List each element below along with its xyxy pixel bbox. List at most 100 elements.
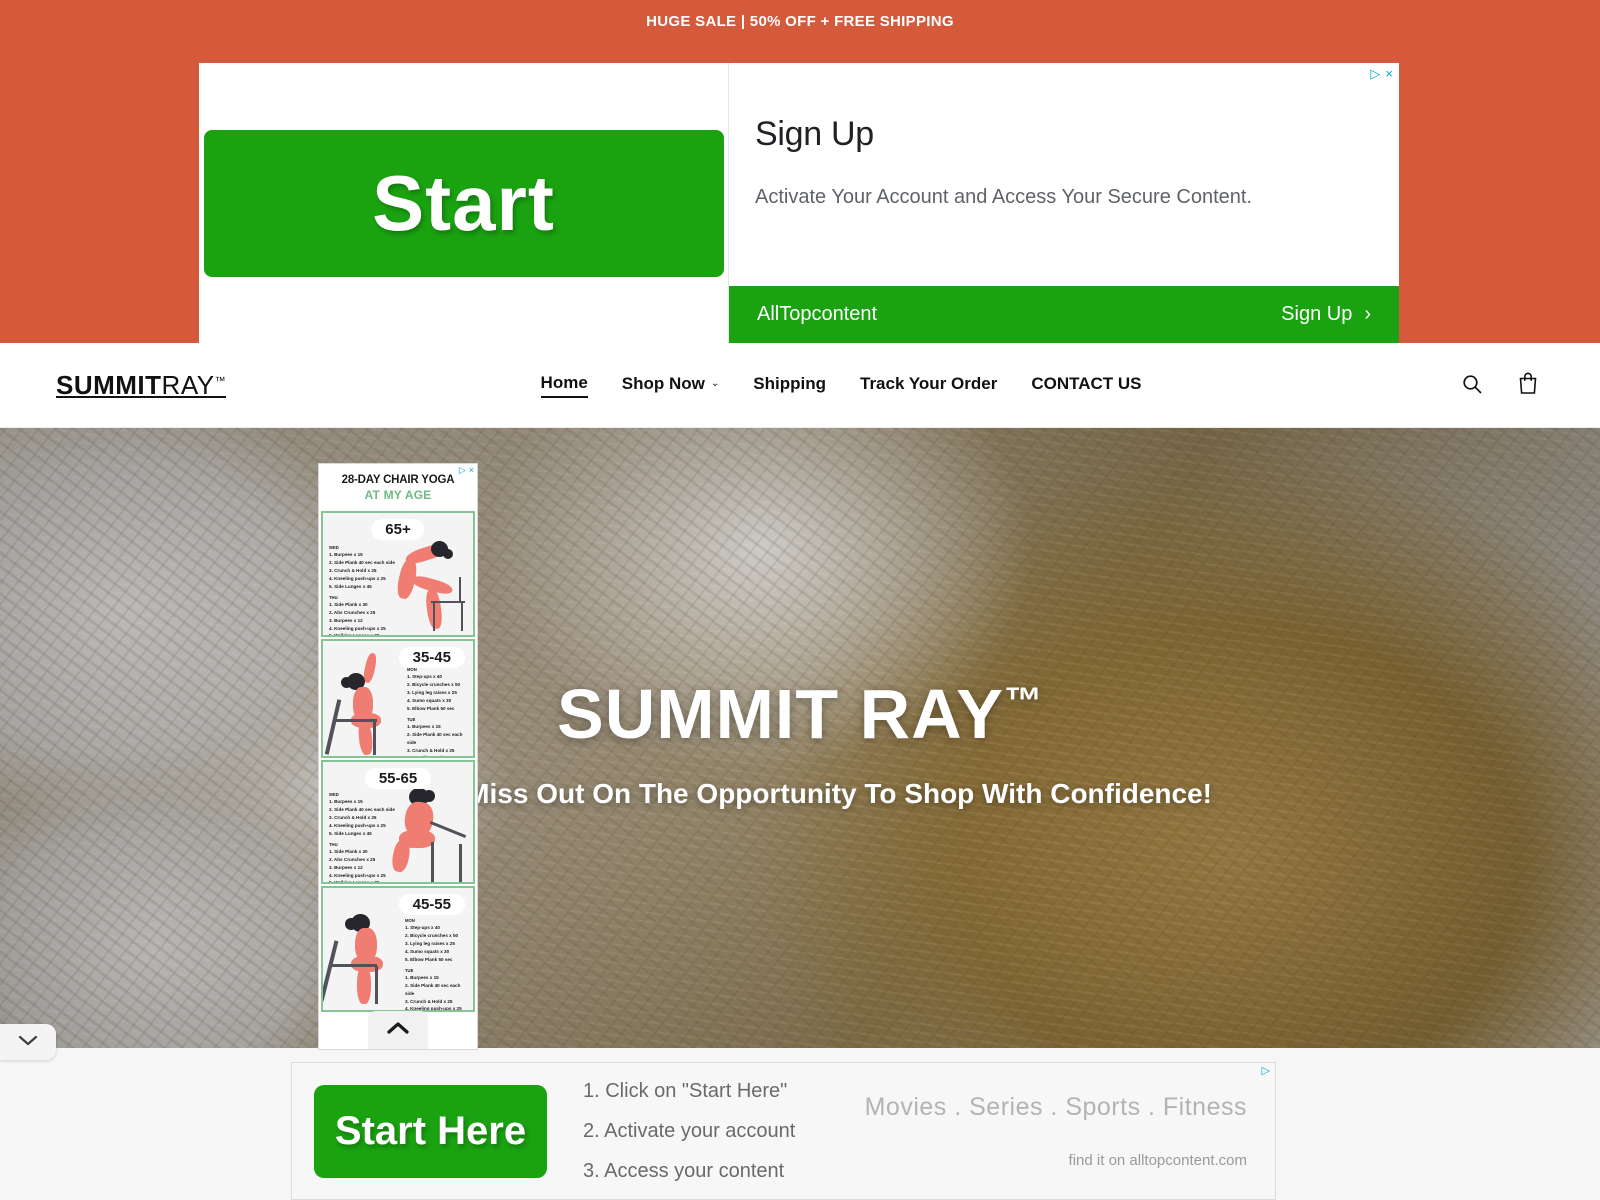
yoga-exercise-item: 5. Walking Lunges x 35 (329, 880, 380, 884)
yoga-panel-55-65: 55-65 WED 1. Burpees x 15 2. Side Plank … (321, 760, 475, 884)
adchoices-group[interactable]: ▷ × (1370, 67, 1393, 80)
yoga-day-label: THU (329, 594, 338, 600)
yoga-exercise-item: 5. Elbow Plank 50 sec (407, 705, 455, 711)
nav-item-home[interactable]: Home (540, 372, 588, 398)
yoga-ad-collapse-button[interactable] (368, 1011, 428, 1049)
yoga-exercise-item: 1. Step-ups x 40 (407, 674, 442, 680)
top-ad-cta-label: Sign Up (1281, 303, 1353, 325)
chevron-right-icon: › (1364, 303, 1371, 325)
yoga-exercise-item: 4. Kneeling push-ups x 25 (329, 625, 386, 631)
hero-content: SUMMIT RAY™ Don't Miss Out On The Opport… (0, 675, 1600, 810)
bottom-ad-step: 1. Click on "Start Here" (583, 1079, 788, 1102)
start-here-button[interactable]: Start Here (314, 1084, 547, 1178)
cart-button[interactable] (1512, 369, 1544, 401)
site-logo[interactable]: SUMMITRAY™ (56, 370, 226, 401)
header-actions (1456, 369, 1544, 401)
yoga-ad-title-line2: AT MY AGE (364, 488, 432, 502)
yoga-day-label: MON (405, 918, 415, 923)
yoga-exercise-item: 1. Burpees x 15 (329, 552, 363, 558)
bottom-ad-find-text: find it on alltopcontent.com (1068, 1152, 1247, 1169)
adchoices-icon[interactable]: ▷ (1262, 1066, 1270, 1077)
nav-item-contact-us-label: CONTACT US (1031, 373, 1142, 393)
yoga-panel-badge: 35-45 (398, 647, 465, 668)
nav-item-shop-now-label: Shop Now (621, 373, 705, 393)
yoga-day-label: THU (329, 841, 338, 847)
close-icon[interactable]: × (469, 466, 474, 475)
nav-item-shop-now[interactable]: Shop Now ⌄ (622, 374, 720, 397)
yoga-day-label: WED (329, 545, 339, 550)
yoga-day-label: WED (329, 792, 339, 797)
top-ad-brand: AllTopcontent (757, 303, 878, 325)
yoga-exercise-item: 4. Kneeling push-ups x 25 (329, 872, 386, 878)
yoga-panel-45-55: 45-55 MON 1. Step-ups x 40 2. Bicycle cr… (321, 886, 475, 1012)
top-ad-subtext: Activate Your Account and Access Your Se… (755, 186, 1253, 208)
yoga-exercise-item: 4. Sumo squats x 30 (407, 697, 452, 703)
yoga-exercise-item: 5. Elbow Plank 50 sec (405, 956, 453, 962)
yoga-exercise-item: 4. Kneeling push-ups x 25 (329, 822, 386, 828)
yoga-exercise-item: 3. Crunch & Hold x 25 (329, 568, 377, 573)
nav-item-shipping[interactable]: Shipping (753, 374, 826, 397)
nav-item-track-your-order-label: Track Your Order (860, 373, 998, 393)
yoga-exercise-item: 2. Bicycle crunches x 50 (405, 933, 459, 939)
hero-section: SUMMIT RAY™ Don't Miss Out On The Opport… (0, 428, 1600, 1050)
bottom-ad-steps: 1. Click on "Start Here" 2. Activate you… (583, 1080, 795, 1183)
top-ad-cta-bar[interactable]: AllTopcontent Sign Up › (729, 286, 1399, 343)
yoga-ad-title-line1: 28-DAY CHAIR YOGA (341, 474, 455, 486)
yoga-panel-badge: 65+ (371, 519, 425, 540)
bottom-ad-categories: Movies . Series . Sports . Fitness find … (865, 1093, 1253, 1169)
nav-item-track-your-order[interactable]: Track Your Order (860, 374, 997, 397)
hero-title: SUMMIT RAY™ (40, 675, 1560, 753)
yoga-exercise-item: 1. Side Plank x 30 (329, 601, 368, 607)
yoga-panel-badge: 55-65 (364, 768, 432, 789)
logo-bold-text: SUMMIT (56, 369, 162, 400)
nav-item-home-label: Home (540, 372, 588, 392)
hero-title-trademark: ™ (1003, 680, 1043, 723)
close-icon[interactable]: × (1385, 67, 1393, 80)
yoga-adchoices-group[interactable]: ▷ × (459, 466, 474, 475)
search-icon (1460, 372, 1484, 399)
yoga-exercise-item: 4. Sumo squats x 30 (405, 948, 450, 954)
yoga-exercise-item: 4. Kneeling push-ups x 25 (329, 575, 386, 581)
yoga-panel-35-45: 35-45 MON 1. Step-ups x 40 2. Bicycle cr… (321, 639, 475, 758)
top-ad-strip: Start ▷ × Sign Up Activate Your Account … (0, 42, 1600, 343)
logo-trademark: ™ (214, 374, 227, 387)
hero-title-text: SUMMIT RAY (557, 675, 1004, 753)
chevron-down-icon: ⌄ (710, 378, 720, 389)
yoga-exercise-item: 3. Lying leg raises x 25 (405, 941, 455, 946)
yoga-exercise-item: 3. Burpees x 12 (329, 617, 363, 623)
site-header: SUMMITRAY™ Home Shop Now ⌄ Shipping Trac… (0, 343, 1600, 428)
yoga-panel-badge: 45-55 (398, 894, 465, 915)
top-ad-creative-left[interactable]: Start (199, 63, 729, 343)
bottom-ad-step: 2. Activate your account (583, 1119, 796, 1142)
yoga-exercise-item: 2. Side Plank 40 sec each side (329, 807, 395, 813)
promo-banner: HUGE SALE | 50% OFF + FREE SHIPPING (0, 0, 1600, 42)
bottom-adchoices-group[interactable]: ▷ (1262, 1066, 1270, 1077)
bottom-sticky-ad[interactable]: ▷ Start Here 1. Click on "Start Here" 2.… (291, 1062, 1276, 1200)
yoga-overlay-ad[interactable]: ▷ × 28-DAY CHAIR YOGA AT MY AGE 65+ WED … (318, 463, 478, 1050)
promo-banner-text: HUGE SALE | 50% OFF + FREE SHIPPING (646, 12, 954, 30)
ad-start-button[interactable]: Start (203, 129, 724, 277)
top-ad-headline: Sign Up (755, 115, 874, 153)
yoga-exercise-item: 5. Walking Lunges x 35 (329, 633, 380, 637)
adchoices-icon[interactable]: ▷ (459, 466, 466, 475)
yoga-exercise-item: 2. Abs Crunches x 25 (329, 856, 376, 862)
yoga-exercise-item: 2. Side Plank 40 sec each side (407, 731, 463, 745)
yoga-exercise-item: 3. Burpees x 12 (329, 864, 363, 870)
yoga-exercise-item: 2. Side Plank 40 sec each side (405, 982, 461, 996)
nav-item-contact-us[interactable]: CONTACT US (1031, 374, 1141, 397)
yoga-exercise-item: 3. Lying leg raises x 25 (407, 690, 457, 695)
top-ad-creative-right[interactable]: ▷ × Sign Up Activate Your Account and Ac… (729, 63, 1399, 343)
top-ad-cta-button[interactable]: Sign Up › (1281, 303, 1371, 326)
yoga-exercise-item: 3. Crunch & Hold x 25 (407, 747, 455, 753)
yoga-day-label: TUE (407, 716, 416, 722)
yoga-exercise-item: 1. Burpees x 15 (405, 974, 439, 980)
page-collapse-tab[interactable] (0, 1024, 56, 1060)
main-navigation: Home Shop Now ⌄ Shipping Track Your Orde… (226, 373, 1456, 398)
yoga-exercise-item: 4. Kneeling push-ups x 25 (407, 755, 464, 758)
yoga-exercise-item: 2. Abs Crunches x 25 (329, 609, 376, 615)
adchoices-icon[interactable]: ▷ (1370, 67, 1380, 80)
cart-icon (1516, 371, 1540, 399)
search-button[interactable] (1456, 369, 1488, 401)
yoga-exercise-item: 1. Burpees x 15 (407, 723, 441, 729)
top-ad-unit[interactable]: Start ▷ × Sign Up Activate Your Account … (199, 63, 1399, 343)
